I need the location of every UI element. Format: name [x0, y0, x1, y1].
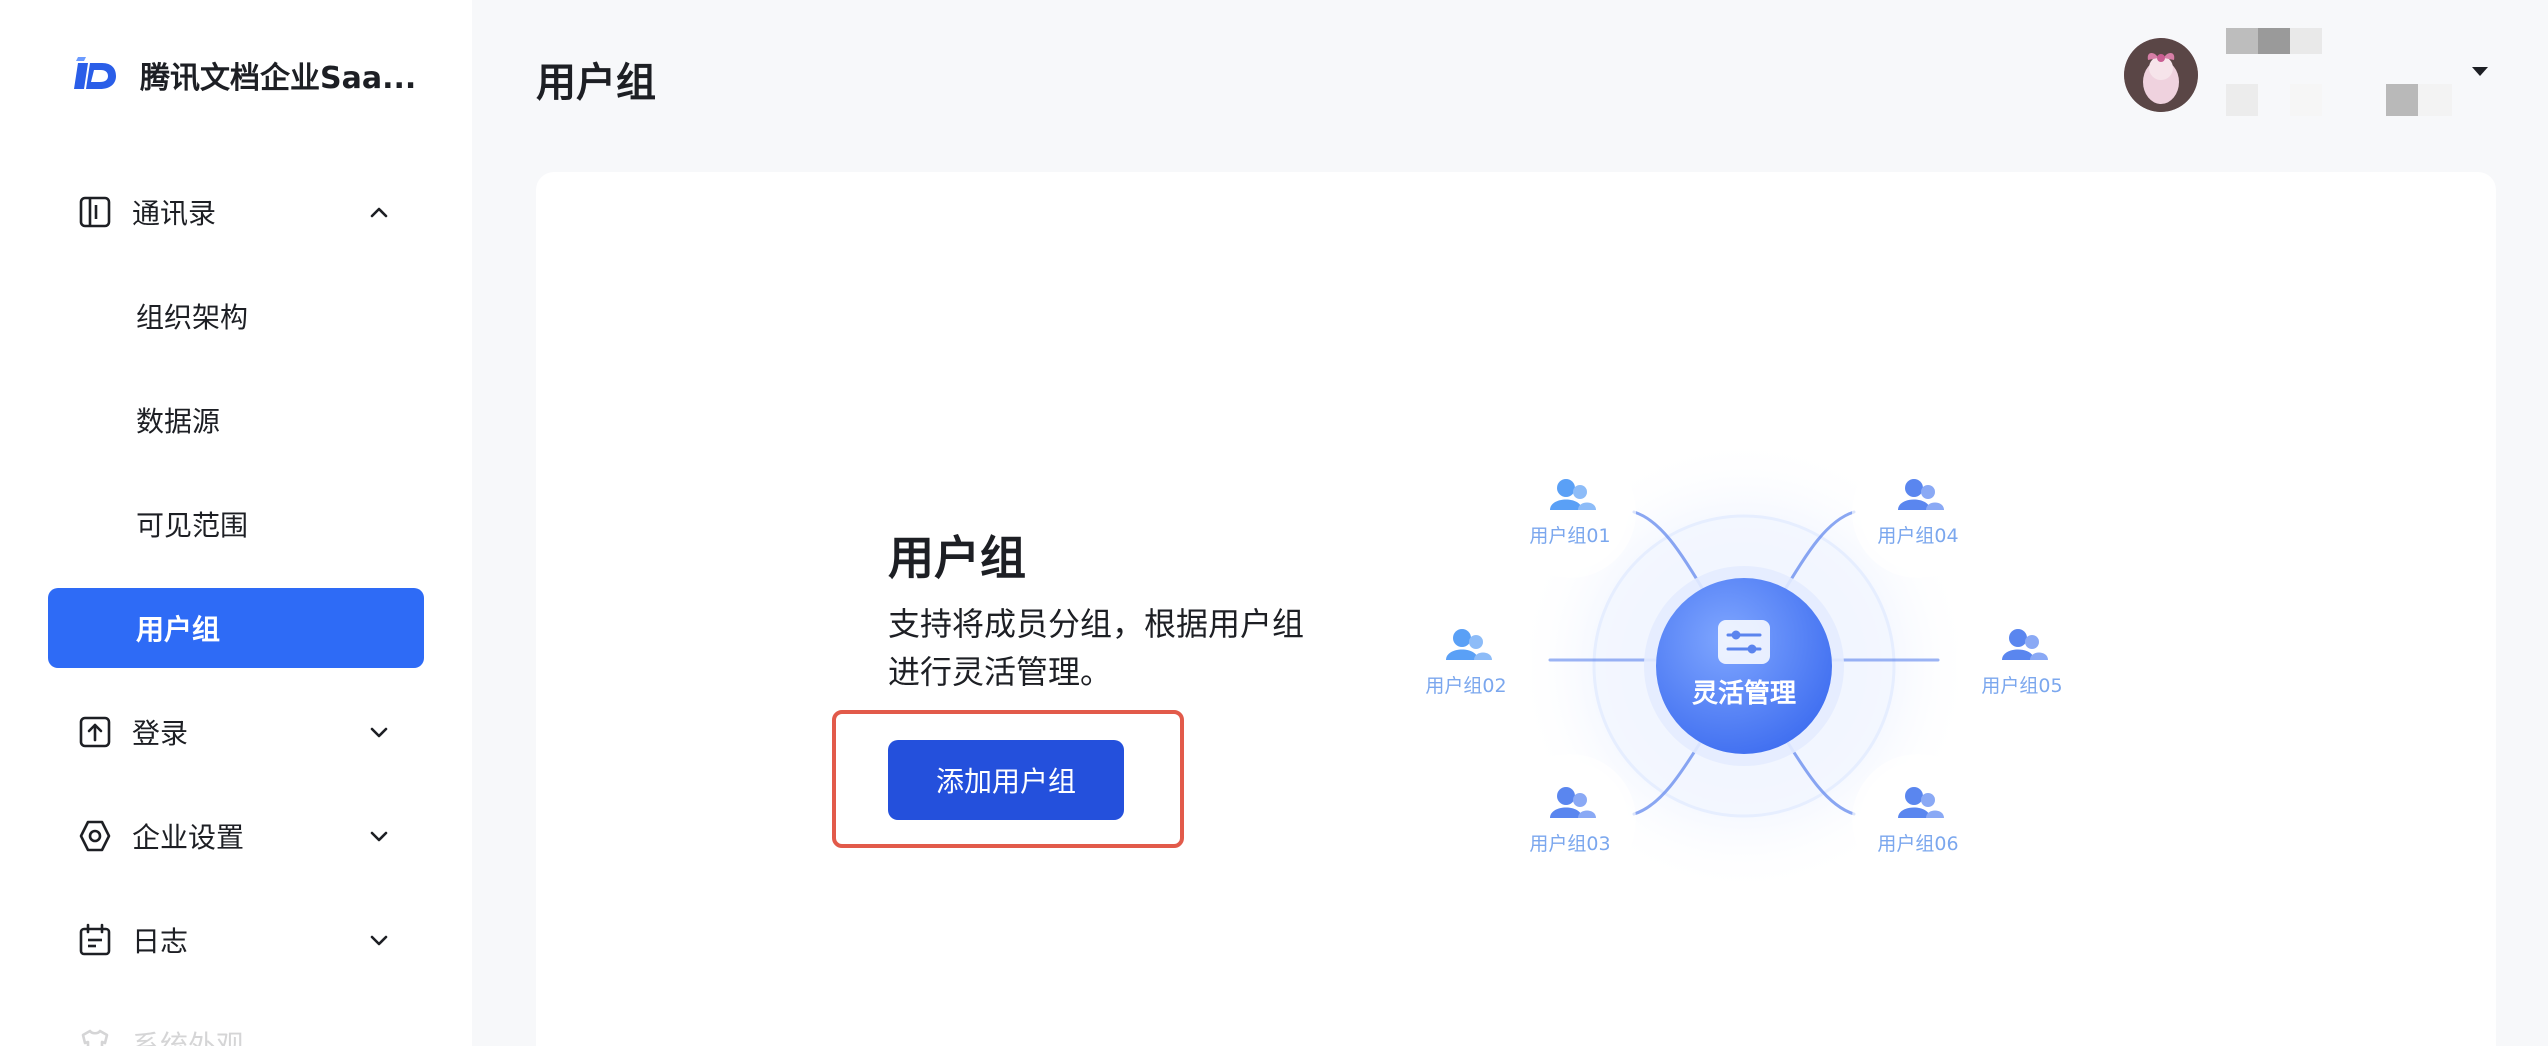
- group-label: 用户组06: [1877, 833, 1958, 855]
- sidebar-item-label: 企业设置: [132, 821, 245, 854]
- contacts-icon: [79, 196, 111, 228]
- sidebar-item-label: 日志: [132, 925, 189, 958]
- appearance-icon: [81, 1029, 109, 1046]
- sidebar-item-label: 用户组: [136, 613, 221, 646]
- login-icon: [79, 716, 111, 748]
- username-redacted: [2226, 28, 2322, 54]
- chevron-down-icon[interactable]: [366, 719, 392, 745]
- group-node-06: 用户组06: [1852, 754, 1984, 886]
- group-label: 用户组03: [1529, 833, 1610, 855]
- sidebar-item-logs[interactable]: 日志: [48, 900, 424, 980]
- sidebar: 腾讯文档企业Saa... 通讯录 组织架构 数据源 可见范围 用户组 登录 企业…: [0, 0, 472, 1046]
- sidebar-item-org-structure[interactable]: 组织架构: [48, 276, 424, 356]
- sidebar-item-label: 数据源: [136, 405, 221, 438]
- sidebar-item-enterprise-settings[interactable]: 企业设置: [48, 796, 424, 876]
- sidebar-item-visibility[interactable]: 可见范围: [48, 484, 424, 564]
- calendar-icon: [79, 923, 111, 956]
- chevron-down-icon[interactable]: [366, 823, 392, 849]
- avatar-image-icon: [2124, 38, 2198, 112]
- add-user-group-button[interactable]: 添加用户组: [888, 740, 1124, 820]
- chevron-up-icon[interactable]: [366, 199, 392, 225]
- group-label: 用户组05: [1981, 675, 2062, 697]
- sliders-icon: [1718, 620, 1770, 664]
- group-label: 用户组02: [1425, 675, 1506, 697]
- settings-icon: [79, 820, 111, 852]
- chevron-down-icon[interactable]: [366, 927, 392, 953]
- page-title: 用户组: [536, 60, 656, 106]
- user-group-illustration: 灵活管理 用户组01 用户组04 用户组02 用户组05 用户组03 用户组06: [1400, 436, 2088, 896]
- caret-down-icon[interactable]: [2470, 64, 2490, 80]
- empty-state-description: 支持将成员分组，根据用户组进行灵活管理。: [888, 605, 1305, 691]
- sidebar-item-user-groups[interactable]: 用户组: [48, 588, 424, 668]
- group-node-02: 用户组02: [1400, 596, 1532, 728]
- sidebar-item-label: 登录: [132, 717, 189, 750]
- sidebar-item-contacts[interactable]: 通讯录: [48, 172, 424, 252]
- sidebar-item-label: 组织架构: [136, 301, 249, 334]
- avatar[interactable]: [2124, 38, 2198, 112]
- group-node-05: 用户组05: [1956, 596, 2088, 728]
- brand-name: 腾讯文档企业Saa...: [140, 61, 417, 96]
- brand[interactable]: 腾讯文档企业Saa...: [74, 50, 416, 100]
- sidebar-item-data-source[interactable]: 数据源: [48, 380, 424, 460]
- sidebar-item-label: 通讯录: [132, 197, 217, 230]
- group-node-03: 用户组03: [1504, 754, 1636, 886]
- sidebar-item-appearance[interactable]: 系统外观: [48, 1004, 424, 1046]
- tencent-docs-logo-icon: [74, 57, 116, 89]
- sidebar-item-label: 系统外观: [132, 1029, 245, 1046]
- empty-state-title: 用户组: [888, 531, 1026, 585]
- group-node-01: 用户组01: [1504, 446, 1636, 578]
- group-node-04: 用户组04: [1852, 446, 1984, 578]
- sidebar-item-label: 可见范围: [136, 509, 249, 542]
- sidebar-item-login[interactable]: 登录: [48, 692, 424, 772]
- group-label: 用户组04: [1877, 525, 1958, 547]
- center-label: 灵活管理: [1692, 679, 1796, 709]
- group-label: 用户组01: [1529, 525, 1610, 547]
- user-org-redacted: [2226, 84, 2452, 116]
